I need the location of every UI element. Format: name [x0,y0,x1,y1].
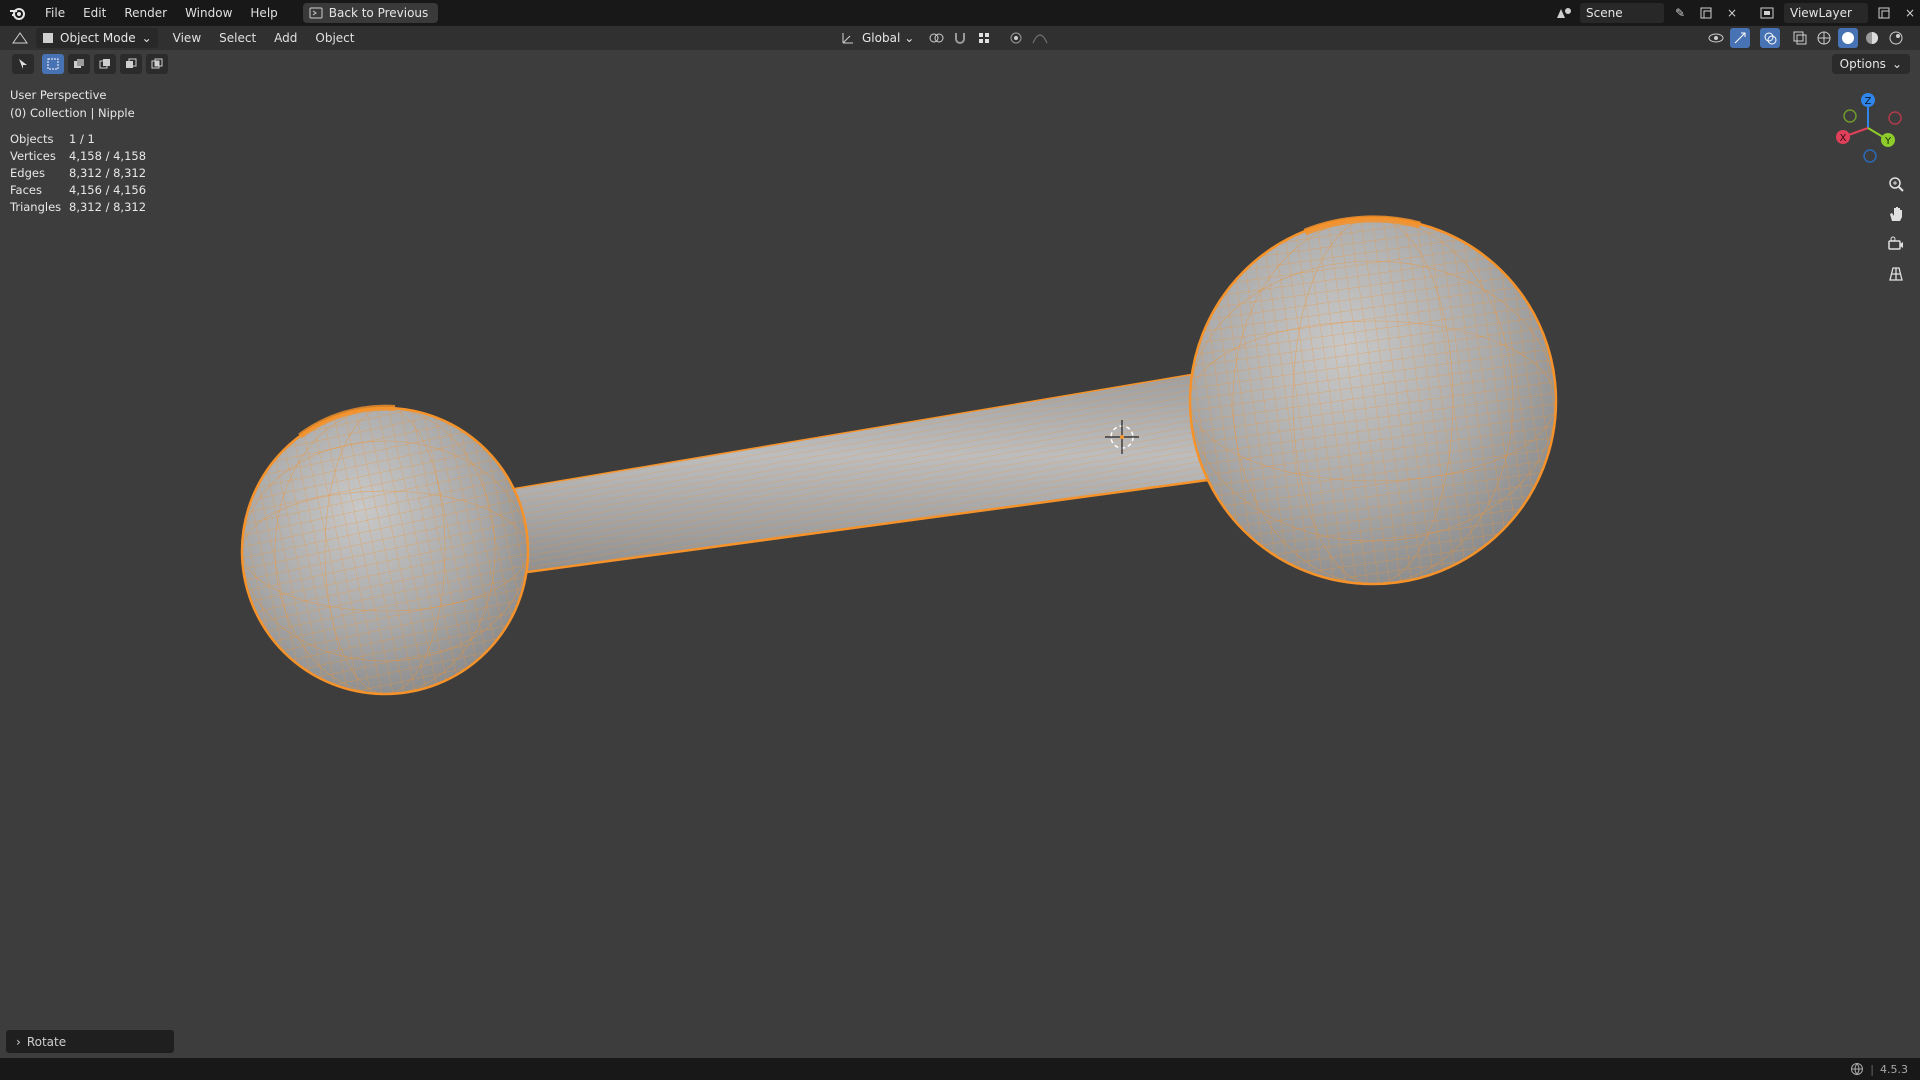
x-axis-label: X [1840,133,1847,144]
navigation-gizmo[interactable]: Z X Y [1824,88,1910,166]
zoom-icon[interactable] [1884,172,1908,196]
stat-label: Edges [10,166,45,180]
z-axis-label: Z [1865,96,1872,107]
scene-statistics: Objects 1 / 1 Vertices 4,158 / 4,158 Edg… [10,132,146,217]
stat-value: 8,312 / 8,312 [69,200,147,214]
cylinder-mesh[interactable] [456,372,1209,581]
stat-row: Edges 8,312 / 8,312 [10,166,146,183]
status-bar: | 4.5.3 [0,1058,1920,1080]
right-sphere-mesh[interactable] [1161,189,1586,614]
viewport-navigation [1884,172,1908,286]
stat-value: 4,158 / 4,158 [69,149,147,163]
stat-value: 4,156 / 4,156 [69,183,147,197]
stat-row: Faces 4,156 / 4,156 [10,183,146,200]
y-axis-label: Y [1884,136,1892,147]
version-info: | 4.5.3 [1850,1062,1908,1076]
last-operator-label: Rotate [26,1034,67,1049]
perspective-label: User Perspective [10,88,107,102]
stat-label: Vertices [10,149,56,163]
stat-label: Faces [10,183,42,197]
collection-label: (0) Collection | Nipple [10,106,135,120]
chevron-right-icon: › [16,1034,21,1049]
stat-row: Objects 1 / 1 [10,132,146,149]
version-label: 4.5.3 [1880,1062,1908,1076]
stat-value: 1 / 1 [69,132,95,146]
stat-row: Vertices 4,158 / 4,158 [10,149,146,166]
stat-label: Triangles [10,200,62,214]
stat-row: Triangles 8,312 / 8,312 [10,200,146,217]
last-operator-panel[interactable]: › Rotate [6,1030,174,1053]
neg-x-axis-handle[interactable] [1888,111,1902,125]
neg-z-axis-handle[interactable] [1863,149,1877,163]
stat-value: 8,312 / 8,312 [69,166,147,180]
neg-y-axis-handle[interactable] [1843,109,1857,123]
network-globe-icon [1851,1063,1864,1076]
camera-view-icon[interactable] [1884,232,1908,256]
viewport-info: User Perspective (0) Collection | Nipple [10,86,135,122]
viewport-canvas[interactable] [0,0,1920,1080]
perspective-toggle-icon[interactable] [1884,262,1908,286]
left-sphere-mesh[interactable] [213,376,569,732]
pan-hand-icon[interactable] [1884,202,1908,226]
stat-label: Objects [10,132,54,146]
